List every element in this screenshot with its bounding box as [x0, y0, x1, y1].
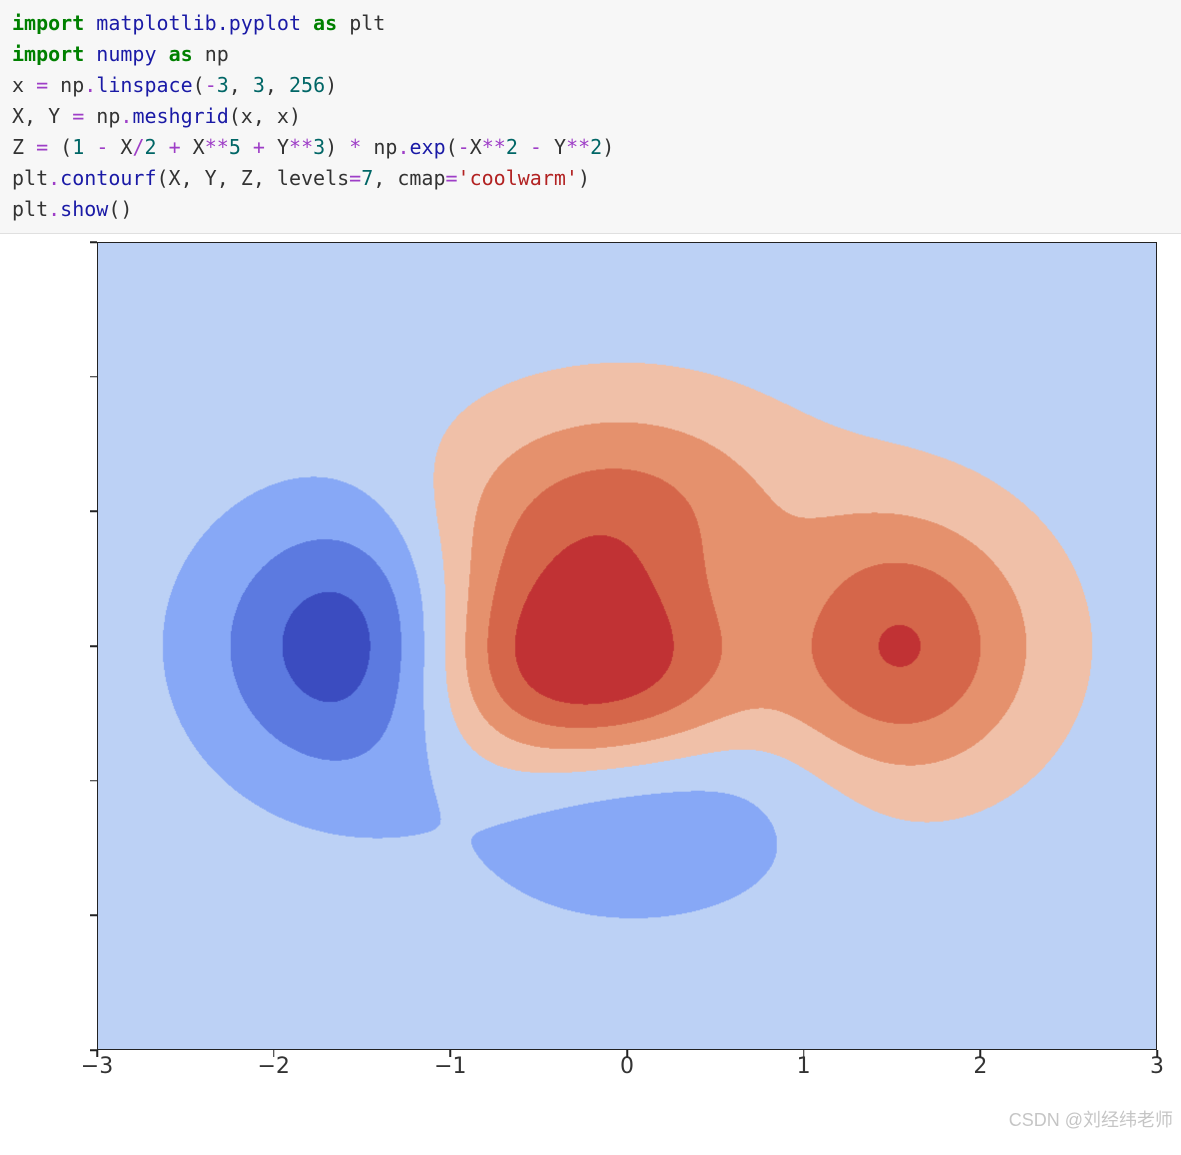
x-tick-label: 1	[797, 1054, 811, 1079]
contour-plot	[97, 242, 1157, 1050]
x-tick-label: 0	[620, 1054, 634, 1079]
plot-axes	[97, 242, 1157, 1050]
x-tick-label: 2	[973, 1054, 987, 1079]
x-tick-label: 3	[1150, 1054, 1164, 1079]
code-block: import matplotlib.pyplot as plt import n…	[0, 0, 1181, 234]
watermark: CSDN @刘经纬老师	[1009, 1106, 1173, 1132]
x-tick-label: −3	[81, 1054, 113, 1079]
figure: −3−2−10123 −3−2−10123 CSDN @刘经纬老师	[0, 234, 1181, 1134]
x-tick-label: −1	[434, 1054, 466, 1079]
x-tick-label: −2	[257, 1054, 289, 1079]
